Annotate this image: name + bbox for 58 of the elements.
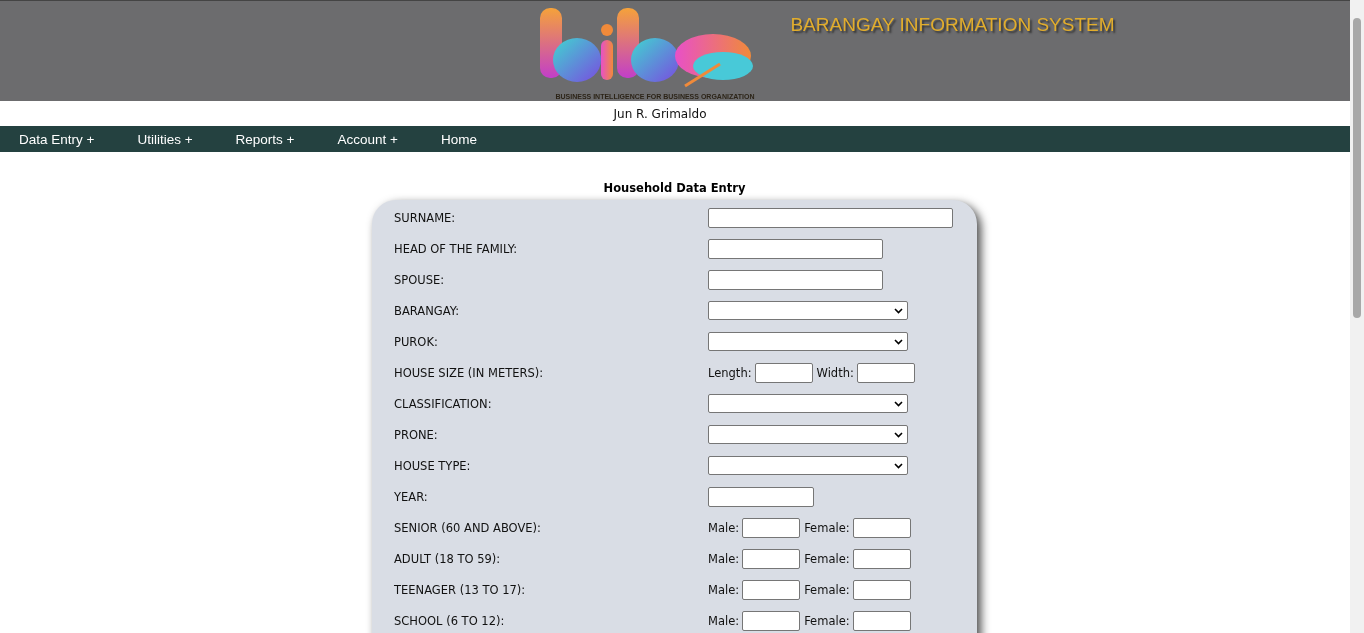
number-input[interactable] [852,610,911,631]
sub-label: Male: [708,613,740,628]
nav-menu-item[interactable]: Account + [337,131,398,147]
field-label: PUROK: [393,334,439,349]
number-input[interactable] [856,362,915,383]
number-input[interactable] [754,362,813,383]
text-input[interactable] [708,238,883,259]
caret-icon [894,431,903,438]
scrollbar[interactable] [1350,0,1364,633]
field-label: SURNAME: [393,210,457,225]
field-label: BARANGAY: [393,303,460,318]
field-label: TEENAGER (13 TO 17): [393,582,527,597]
scrollbar-thumb[interactable] [1353,18,1361,318]
nav-menu-item[interactable]: Reports + [235,131,295,147]
user-name: Jun R. Grimaldo [613,106,707,121]
sub-label: Female: [804,520,850,535]
dropdown[interactable] [708,456,908,475]
number-input[interactable] [742,548,801,569]
field-label: SENIOR (60 AND ABOVE): [393,520,542,535]
dropdown[interactable] [708,301,908,320]
sub-label: Length: [708,365,752,380]
field-label: HOUSE SIZE (IN METERS): [393,365,545,380]
sub-label: Female: [804,582,850,597]
sub-label: Female: [804,551,850,566]
form-title: Household Data Entry [603,181,746,195]
nav-menu-item[interactable]: Data Entry + [19,131,95,147]
field-label: PRONE: [393,427,439,442]
nav-menu-item[interactable]: Home [440,131,477,147]
caret-icon [894,400,903,407]
caret-icon [894,462,903,469]
number-input[interactable] [852,579,911,600]
sub-label: Male: [708,582,740,597]
number-input[interactable] [742,610,801,631]
sub-label: Male: [708,520,740,535]
number-input[interactable] [852,548,911,569]
field-label: HOUSE TYPE: [393,458,472,473]
sub-label: Width: [816,365,854,380]
caret-icon [894,338,903,345]
field-label: HEAD OF THE FAMILY: [393,241,519,256]
number-input[interactable] [852,517,911,538]
field-label: SCHOOL (6 TO 12): [393,613,506,628]
field-label: SPOUSE: [393,272,446,287]
sub-label: Female: [804,613,850,628]
dropdown[interactable] [708,332,908,351]
field-label: CLASSIFICATION: [393,396,493,411]
text-input[interactable] [708,486,814,507]
dropdown[interactable] [708,394,908,413]
text-input[interactable] [708,269,883,290]
nav-menu-item[interactable]: Utilities + [137,131,193,147]
sub-label: Male: [708,551,740,566]
number-input[interactable] [742,517,801,538]
text-input[interactable] [708,207,953,228]
system-title: BARANGAY INFORMATION SYSTEM [790,14,1115,36]
caret-icon [894,307,903,314]
dropdown[interactable] [708,425,908,444]
field-label: YEAR: [393,489,429,504]
field-label: ADULT (18 TO 59): [393,551,502,566]
number-input[interactable] [742,579,801,600]
